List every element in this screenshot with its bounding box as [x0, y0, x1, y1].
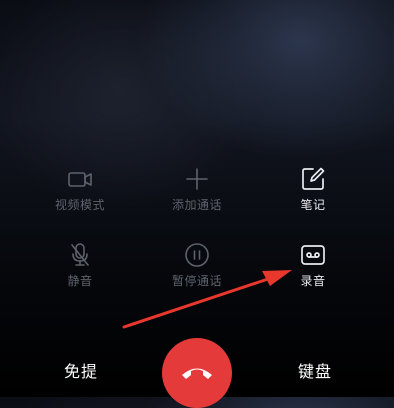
mute-label: 静音: [67, 274, 93, 288]
pause-icon: [185, 243, 209, 267]
video-camera-icon: [68, 172, 92, 187]
end-call-button[interactable]: [162, 338, 232, 408]
phone-hangup-icon: [182, 368, 212, 379]
hold-call-button[interactable]: 暂停通话: [147, 241, 247, 297]
record-button[interactable]: 录音: [263, 241, 363, 297]
notes-button[interactable]: 笔记: [263, 165, 363, 221]
plus-icon: [186, 168, 208, 190]
video-mode-button[interactable]: 视频模式: [30, 165, 130, 221]
notes-label: 笔记: [300, 198, 326, 212]
cassette-record-icon: [301, 245, 325, 265]
record-label: 录音: [300, 274, 326, 288]
hold-call-label: 暂停通话: [171, 274, 222, 288]
add-call-button[interactable]: 添加通话: [147, 165, 247, 221]
video-mode-label: 视频模式: [54, 198, 105, 212]
note-edit-icon: [302, 167, 325, 190]
speakerphone-button[interactable]: 免提: [64, 362, 98, 382]
keypad-button[interactable]: 键盘: [298, 362, 332, 382]
microphone-off-icon: [71, 243, 89, 266]
add-call-label: 添加通话: [171, 198, 222, 212]
mute-button[interactable]: 静音: [30, 241, 130, 297]
